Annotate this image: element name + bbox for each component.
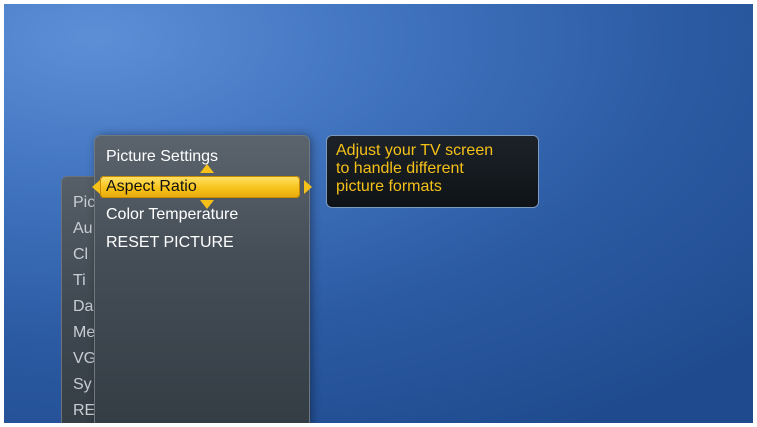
- menu-item-label: Aspect Ratio: [106, 178, 197, 195]
- arrow-up-icon[interactable]: [200, 164, 214, 173]
- parent-menu-item-system[interactable]: Sy: [73, 375, 92, 395]
- tv-screen: Pic Au Cl Ti Da Me VG Sy RE Picture Sett…: [4, 4, 753, 423]
- arrow-right-icon[interactable]: [304, 180, 312, 194]
- parent-menu-item-vga[interactable]: VG: [73, 349, 96, 369]
- menu-item-reset-picture[interactable]: RESET PICTURE: [106, 234, 234, 252]
- menu-item-color-temperature[interactable]: Color Temperature: [106, 206, 238, 224]
- parent-menu-item-picture[interactable]: Pic: [73, 193, 95, 213]
- parent-menu-item-audio[interactable]: Au: [73, 219, 93, 239]
- parent-menu-item-timer[interactable]: Ti: [73, 271, 86, 291]
- menu-item-aspect-ratio[interactable]: Aspect Ratio: [100, 176, 300, 198]
- picture-settings-menu: Picture Settings Aspect Ratio Color Temp…: [92, 136, 312, 423]
- parent-menu-item-date[interactable]: Da: [73, 297, 93, 317]
- arrow-left-icon[interactable]: [92, 180, 100, 194]
- help-tooltip: Adjust your TV screen to handle differen…: [327, 136, 538, 207]
- parent-menu-item-closed-captions[interactable]: Cl: [73, 245, 88, 265]
- parent-menu-item-media[interactable]: Me: [73, 323, 95, 343]
- help-text: Adjust your TV screen to handle differen…: [336, 142, 494, 195]
- parent-menu-item-reset[interactable]: RE: [73, 401, 95, 421]
